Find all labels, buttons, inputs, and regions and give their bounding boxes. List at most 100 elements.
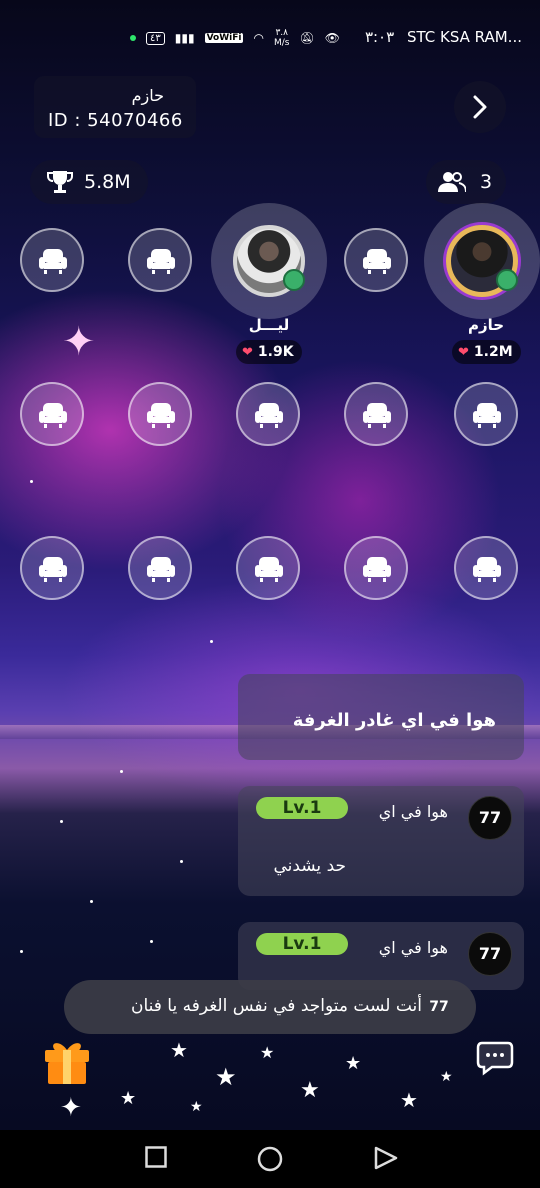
- vowifi-badge: VoWiFi: [204, 33, 244, 43]
- net-speed-value: ٣.٨: [275, 28, 288, 38]
- system-nav-bar: [0, 1130, 540, 1188]
- toast-notification: أنت لست متواجد في نفس الغرفه يا فنان 77: [64, 980, 476, 1034]
- users-icon: [438, 172, 466, 193]
- sparkle-icon: ✦: [62, 319, 96, 365]
- empty-seat[interactable]: [236, 382, 300, 446]
- speaker-1-hearts[interactable]: ❤ 1.2M: [452, 340, 521, 364]
- star-dot: [30, 480, 33, 483]
- gift-button[interactable]: [42, 1038, 92, 1090]
- chevron-right-icon: [473, 95, 487, 119]
- star-dot: [120, 770, 123, 773]
- app-logo-icon: 77: [429, 999, 449, 1015]
- host-id: ID : 54070466: [48, 110, 183, 131]
- chat-user-avatar[interactable]: 77: [468, 932, 512, 976]
- empty-seat[interactable]: [20, 228, 84, 292]
- empty-seat[interactable]: [344, 228, 408, 292]
- star-icon: ✦: [60, 1093, 82, 1123]
- host-name: حازم: [131, 86, 164, 105]
- speaker-2-hearts[interactable]: ❤ 1.9K: [236, 340, 302, 364]
- net-speed-unit: M/s: [273, 38, 290, 48]
- sofa-icon: [39, 557, 67, 582]
- star-dot: [180, 860, 183, 863]
- back-icon[interactable]: [374, 1146, 398, 1170]
- empty-seat[interactable]: [236, 536, 300, 600]
- room-trophy-counter[interactable]: 5.8M: [30, 160, 148, 204]
- sofa-icon: [473, 557, 501, 582]
- speaker-2-hearts-value: 1.9K: [257, 344, 294, 360]
- home-icon[interactable]: [257, 1146, 283, 1172]
- users-count: 3: [480, 171, 493, 193]
- star-icon: ★: [260, 1043, 275, 1062]
- room-users-counter[interactable]: 3: [426, 160, 506, 204]
- star-dot: [210, 640, 213, 643]
- empty-seat[interactable]: [344, 382, 408, 446]
- speaker-2-name: ليـــل: [248, 316, 290, 334]
- chat-message[interactable]: هوا في اي غادر الغرفة: [238, 674, 524, 760]
- empty-seat[interactable]: [128, 382, 192, 446]
- chat-sender-name: هوا في اي: [378, 802, 448, 821]
- chat-input-button[interactable]: [476, 1040, 514, 1080]
- empty-seat[interactable]: [344, 536, 408, 600]
- chat-message-text: حد يشدني: [273, 856, 346, 876]
- net-speed: ٣.٨ M/s: [274, 28, 290, 48]
- star-icon: ★: [300, 1078, 320, 1103]
- star-icon: ★: [120, 1088, 137, 1109]
- empty-seat[interactable]: [128, 536, 192, 600]
- chat-bubble-icon: [476, 1041, 514, 1076]
- sofa-icon: [39, 403, 67, 428]
- chat-message-text: هوا في اي غادر الغرفة: [292, 710, 496, 731]
- empty-seat[interactable]: [454, 382, 518, 446]
- sofa-icon: [363, 249, 391, 274]
- sofa-icon: [39, 249, 67, 274]
- sofa-icon: [147, 557, 175, 582]
- empty-seat[interactable]: [20, 382, 84, 446]
- speaker-1-name: حازم: [467, 316, 505, 334]
- empty-seat[interactable]: [454, 536, 518, 600]
- trophy-icon: [47, 171, 73, 193]
- eye-icon: 👁︎: [324, 31, 340, 45]
- sofa-icon: [147, 249, 175, 274]
- star-icon: ★: [170, 1038, 188, 1062]
- toast-text: أنت لست متواجد في نفس الغرفه يا فنان: [130, 996, 422, 1016]
- status-indicators: ٤٣ ▮▮▮ VoWiFi ◠ ٣.٨ M/s 🔕︎ 👁︎: [130, 28, 340, 48]
- mute-icon: 🔕︎: [299, 31, 315, 45]
- star-icon: ★: [215, 1063, 237, 1091]
- sofa-icon: [255, 403, 283, 428]
- star-dot: [150, 940, 153, 943]
- mic-active-icon: [496, 269, 518, 291]
- carrier-name: STC KSA RAM...: [406, 28, 522, 46]
- speaker-1-hearts-value: 1.2M: [473, 344, 513, 360]
- sofa-icon: [147, 403, 175, 428]
- signal-icon: ▮▮▮: [174, 31, 195, 45]
- status-right: ٣:٠٣ STC KSA RAM...: [365, 28, 522, 46]
- recording-dot-icon: [130, 35, 136, 41]
- recent-apps-icon[interactable]: [145, 1146, 167, 1168]
- trophy-value: 5.8M: [84, 171, 131, 193]
- star-icon: ★: [190, 1099, 203, 1115]
- sofa-icon: [363, 403, 391, 428]
- battery-icon: ٤٣: [146, 31, 165, 45]
- star-icon: ★: [345, 1053, 362, 1074]
- sofa-icon: [473, 403, 501, 428]
- status-bar: ٤٣ ▮▮▮ VoWiFi ◠ ٣.٨ M/s 🔕︎ 👁︎ ٣:٠٣ STC K…: [0, 22, 540, 54]
- heart-icon: ❤: [458, 344, 469, 360]
- status-time: ٣:٠٣: [364, 28, 395, 46]
- star-icon: ★: [400, 1088, 418, 1112]
- empty-seat[interactable]: [20, 536, 84, 600]
- wifi-icon: ◠: [253, 31, 264, 45]
- room-host-card[interactable]: حازم ID : 54070466: [34, 76, 196, 138]
- mic-active-icon: [283, 269, 305, 291]
- star-dot: [90, 900, 93, 903]
- star-dot: [20, 950, 23, 953]
- level-badge: Lv.1: [256, 797, 348, 819]
- chat-sender-name: هوا في اي: [378, 938, 448, 957]
- sofa-icon: [363, 557, 391, 582]
- empty-seat[interactable]: [128, 228, 192, 292]
- next-room-button[interactable]: [454, 81, 506, 133]
- sofa-icon: [255, 557, 283, 582]
- level-badge: Lv.1: [256, 933, 348, 955]
- gift-icon: [45, 1043, 89, 1084]
- chat-user-avatar[interactable]: 77: [468, 796, 512, 840]
- star-dot: [60, 820, 63, 823]
- star-icon: ★: [440, 1069, 453, 1085]
